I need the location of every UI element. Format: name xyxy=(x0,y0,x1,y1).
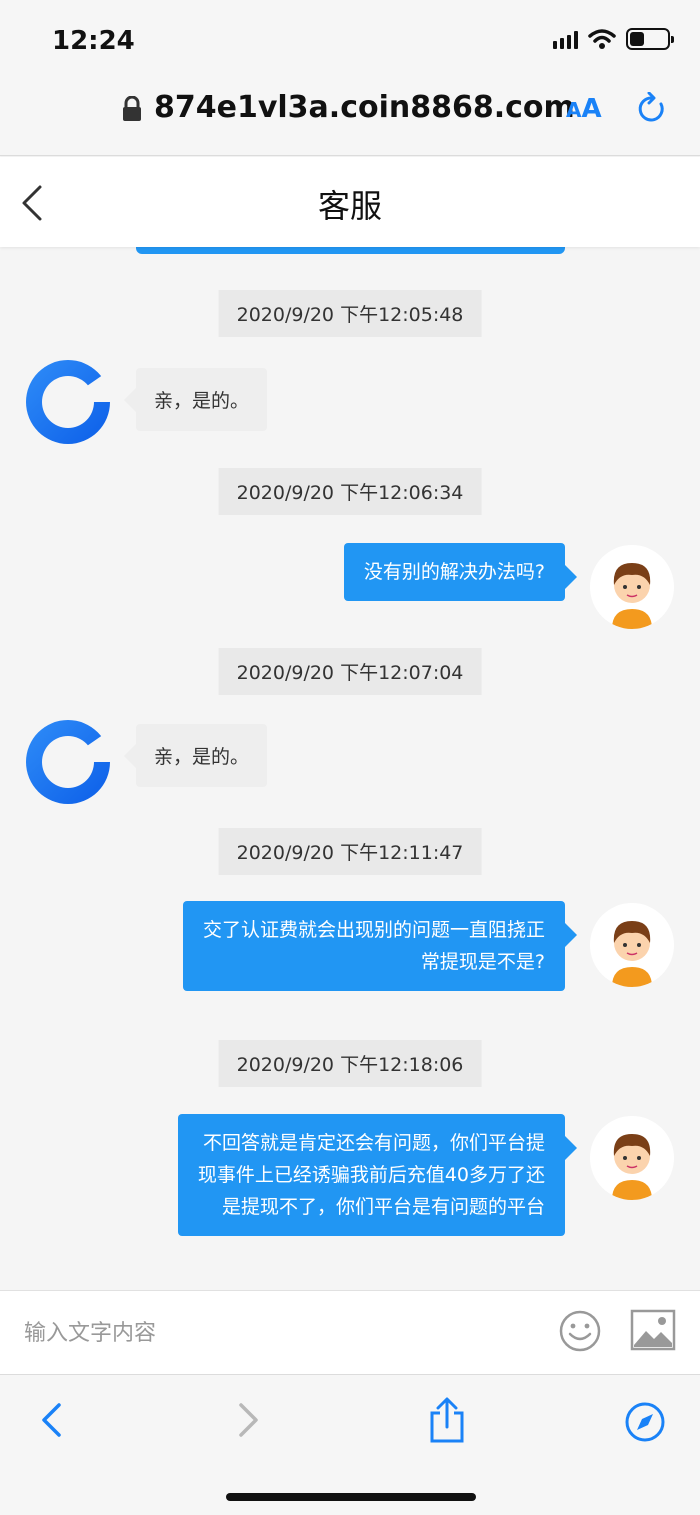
user-avatar-icon xyxy=(590,545,674,629)
page-title: 客服 xyxy=(317,187,382,225)
wifi-icon xyxy=(588,29,616,49)
user-message-bubble: 交了认证费就会出现别的问题一直阻挠正 常提现是不是? xyxy=(182,901,578,991)
message-text-line: 交了认证费就会出现别的问题一直阻挠正 xyxy=(202,919,545,941)
emoji-icon[interactable] xyxy=(558,1309,602,1353)
status-icons xyxy=(553,28,674,50)
cellular-signal-icon xyxy=(553,29,578,49)
home-indicator xyxy=(226,1493,476,1501)
message-timestamp: 2020/9/20 下午12:07:04 xyxy=(218,648,482,695)
text-size-button[interactable]: AA xyxy=(566,94,602,124)
browser-top-bar: 12:24 874e1vl3a.coin8868.com AA xyxy=(0,0,700,156)
message-text-line: 不回答就是肯定还会有问题，你们平台提 xyxy=(202,1132,545,1154)
reload-icon[interactable] xyxy=(636,92,668,126)
agent-avatar-logo-icon xyxy=(26,360,110,444)
chat-message-list[interactable]: 2020/9/20 下午12:05:48 亲，是的。 2020/9/20 下午1… xyxy=(0,248,700,1290)
user-avatar-icon xyxy=(590,903,674,987)
agent-avatar-logo-icon xyxy=(26,720,110,804)
message-text-line: 常提现是不是? xyxy=(420,951,545,973)
message-timestamp: 2020/9/20 下午12:18:06 xyxy=(218,1040,482,1087)
user-message-bubble: 没有别的解决办法吗? xyxy=(343,543,578,601)
lock-icon xyxy=(123,96,141,121)
chat-header: 客服 xyxy=(0,157,700,247)
message-timestamp: 2020/9/20 下午12:11:47 xyxy=(218,828,482,875)
message-timestamp: 2020/9/20 下午12:06:34 xyxy=(218,468,482,515)
message-text-line: 没有别的解决办法吗? xyxy=(363,561,545,583)
back-nav-icon[interactable] xyxy=(38,1401,64,1439)
message-composer xyxy=(0,1290,700,1374)
message-text-line: 是提现不了，你们平台是有问题的平台 xyxy=(221,1196,545,1218)
agent-message-bubble: 亲，是的。 xyxy=(123,724,268,787)
user-message-bubble: 不回答就是肯定还会有问题，你们平台提 现事件上已经诱骗我前后充值40多万了还 是… xyxy=(177,1114,578,1236)
share-icon[interactable] xyxy=(428,1397,466,1443)
message-timestamp: 2020/9/20 下午12:05:48 xyxy=(218,290,482,337)
user-avatar-icon xyxy=(590,1116,674,1200)
url-text[interactable]: 874e1vl3a.coin8868.com xyxy=(154,90,575,125)
image-upload-icon[interactable] xyxy=(630,1309,676,1351)
status-time: 12:24 xyxy=(52,26,135,56)
agent-message-bubble: 亲，是的。 xyxy=(123,368,268,431)
message-input[interactable] xyxy=(24,1309,524,1357)
message-text-line: 现事件上已经诱骗我前后充值40多万了还 xyxy=(197,1164,545,1186)
message-text-line: 亲，是的。 xyxy=(154,390,250,412)
battery-icon xyxy=(626,28,674,50)
message-text-line: 亲，是的。 xyxy=(154,746,250,768)
address-bar[interactable]: 874e1vl3a.coin8868.com AA xyxy=(0,84,700,136)
compass-icon[interactable] xyxy=(624,1401,666,1443)
forward-nav-icon[interactable] xyxy=(236,1401,262,1439)
